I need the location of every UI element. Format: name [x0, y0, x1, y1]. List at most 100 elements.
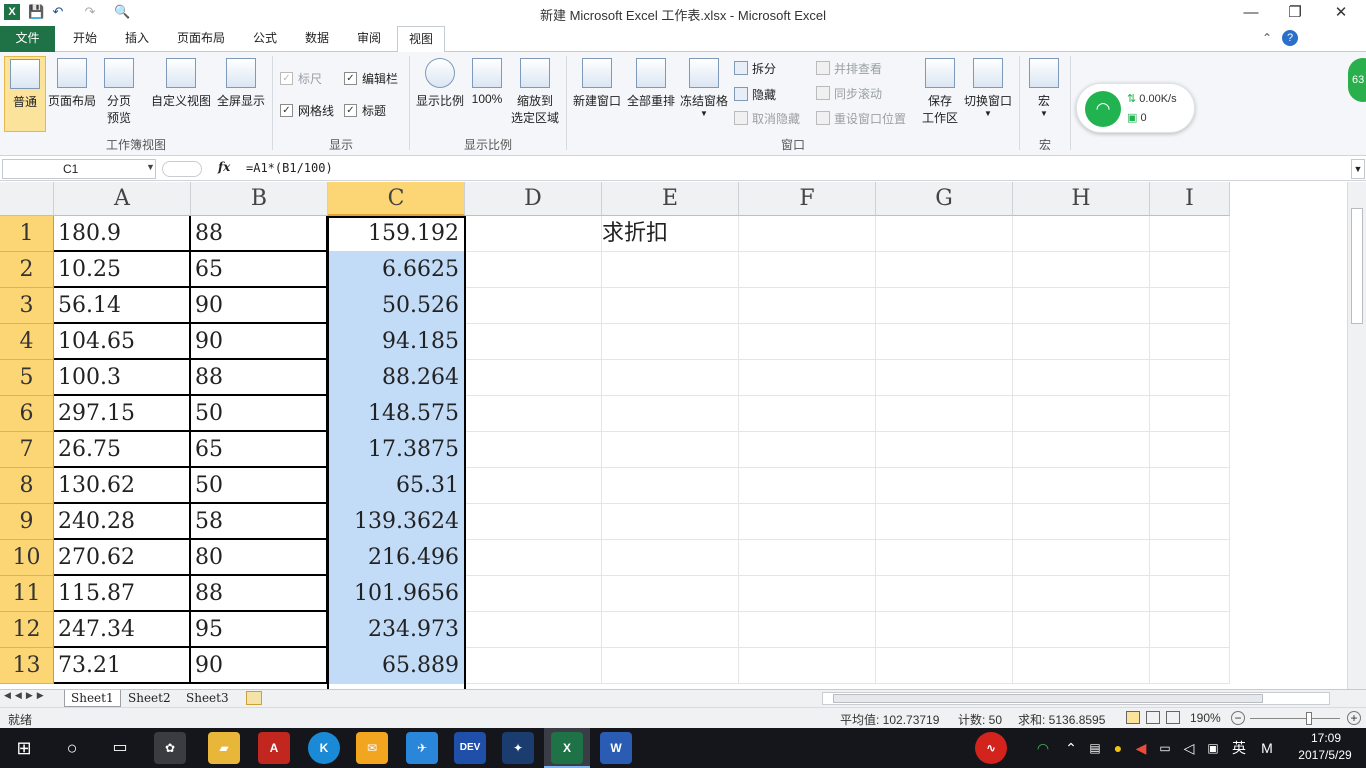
cell-b3[interactable]: 90 — [191, 288, 328, 324]
cell-d5[interactable] — [465, 360, 602, 396]
cell-g11[interactable] — [876, 576, 1013, 612]
cell-f8[interactable] — [739, 468, 876, 504]
unhide-button[interactable]: 取消隐藏 — [734, 108, 800, 128]
tab-insert[interactable]: 插入 — [114, 26, 160, 52]
cell-h2[interactable] — [1013, 252, 1150, 288]
cell-b5[interactable]: 88 — [191, 360, 328, 396]
cell-i11[interactable] — [1150, 576, 1230, 612]
page-layout-status-icon[interactable] — [1146, 711, 1160, 724]
cell-f9[interactable] — [739, 504, 876, 540]
cell-a8[interactable]: 130.62 — [54, 468, 191, 504]
cell-f6[interactable] — [739, 396, 876, 432]
cell-e11[interactable] — [602, 576, 739, 612]
macros-button[interactable]: 宏 ▼ — [1024, 56, 1064, 132]
column-header-e[interactable]: E — [602, 182, 739, 216]
vertical-scroll-thumb[interactable] — [1351, 208, 1363, 324]
cell-c12[interactable]: 234.973 — [328, 612, 465, 648]
restore-button[interactable]: ❐ — [1272, 0, 1318, 26]
cell-e1[interactable]: 求折扣 — [602, 216, 739, 252]
cell-h13[interactable] — [1013, 648, 1150, 684]
cell-g12[interactable] — [876, 612, 1013, 648]
row-header[interactable]: 2 — [0, 252, 54, 288]
tray-expand-icon[interactable]: ⌃ — [1062, 728, 1080, 768]
zoom-out-icon[interactable]: − — [1231, 711, 1245, 725]
ime-language[interactable]: 英 — [1228, 728, 1250, 768]
normal-view-status-icon[interactable] — [1126, 711, 1140, 724]
cell-c3[interactable]: 50.526 — [328, 288, 465, 324]
cell-i10[interactable] — [1150, 540, 1230, 576]
cell-b4[interactable]: 90 — [191, 324, 328, 360]
ime-tray-icon[interactable]: ● — [1108, 728, 1128, 768]
cell-c6[interactable]: 148.575 — [328, 396, 465, 432]
cell-c9[interactable]: 139.3624 — [328, 504, 465, 540]
normal-view-button[interactable]: 普通 — [4, 56, 46, 132]
row-header[interactable]: 3 — [0, 288, 54, 324]
tab-file[interactable]: 文件 — [0, 26, 55, 52]
cell-g4[interactable] — [876, 324, 1013, 360]
battery-icon[interactable]: ▭ — [1156, 728, 1174, 768]
taskbar-excel-active[interactable]: X — [544, 728, 590, 768]
k-app-icon[interactable]: K — [308, 732, 340, 764]
badge-63[interactable]: 63 — [1348, 58, 1366, 102]
tab-home[interactable]: 开始 — [62, 26, 108, 52]
cell-f12[interactable] — [739, 612, 876, 648]
cell-b13[interactable]: 90 — [191, 648, 328, 684]
tab-formulas[interactable]: 公式 — [242, 26, 288, 52]
cell-g5[interactable] — [876, 360, 1013, 396]
reset-window-position-button[interactable]: 重设窗口位置 — [816, 108, 906, 128]
cell-f2[interactable] — [739, 252, 876, 288]
cell-e3[interactable] — [602, 288, 739, 324]
cell-h5[interactable] — [1013, 360, 1150, 396]
cell-d12[interactable] — [465, 612, 602, 648]
cell-a3[interactable]: 56.14 — [54, 288, 191, 324]
sheet-nav-arrows-icon[interactable]: ◀◀▶▶ — [4, 690, 48, 701]
cell-c13[interactable]: 65.889 — [328, 648, 465, 684]
cell-d7[interactable] — [465, 432, 602, 468]
sheet-tab-3[interactable]: Sheet3 — [180, 690, 235, 707]
cell-e6[interactable] — [602, 396, 739, 432]
cell-i6[interactable] — [1150, 396, 1230, 432]
cell-c11[interactable]: 101.9656 — [328, 576, 465, 612]
cell-h6[interactable] — [1013, 396, 1150, 432]
column-header-d[interactable]: D — [465, 182, 602, 216]
help-icon[interactable]: ? — [1282, 30, 1298, 46]
zoom-to-selection-button[interactable]: 缩放到 选定区域 — [508, 56, 562, 132]
row-header[interactable]: 8 — [0, 468, 54, 504]
row-header[interactable]: 12 — [0, 612, 54, 648]
cell-b12[interactable]: 95 — [191, 612, 328, 648]
headings-checkbox[interactable]: ✓ 标题 — [344, 100, 386, 120]
cell-a2[interactable]: 10.25 — [54, 252, 191, 288]
cell-b10[interactable]: 80 — [191, 540, 328, 576]
cell-b11[interactable]: 88 — [191, 576, 328, 612]
zoom-level[interactable]: 190% — [1190, 711, 1221, 725]
cell-h12[interactable] — [1013, 612, 1150, 648]
save-workspace-button[interactable]: 保存 工作区 — [918, 56, 962, 132]
cell-b6[interactable]: 50 — [191, 396, 328, 432]
cell-i13[interactable] — [1150, 648, 1230, 684]
network-speed-widget[interactable]: ◠ ⇅ 0.00K/s ▣ 0 — [1076, 83, 1195, 133]
vertical-scrollbar[interactable] — [1347, 182, 1366, 689]
cell-b8[interactable]: 50 — [191, 468, 328, 504]
row-header[interactable]: 4 — [0, 324, 54, 360]
cell-f1[interactable] — [739, 216, 876, 252]
split-button[interactable]: 拆分 — [734, 58, 776, 78]
cell-i9[interactable] — [1150, 504, 1230, 540]
formula-bar-splitter[interactable] — [162, 161, 202, 177]
cell-h7[interactable] — [1013, 432, 1150, 468]
file-explorer-icon[interactable]: ▰ — [208, 732, 240, 764]
cell-e7[interactable] — [602, 432, 739, 468]
cell-g2[interactable] — [876, 252, 1013, 288]
name-box-dropdown-icon[interactable]: ▼ — [146, 162, 155, 172]
full-screen-button[interactable]: 全屏显示 — [215, 56, 267, 132]
cell-i7[interactable] — [1150, 432, 1230, 468]
volume-muted-icon[interactable]: ◀ — [1132, 728, 1150, 768]
sheet-tab-2[interactable]: Sheet2 — [122, 690, 177, 707]
cell-i2[interactable] — [1150, 252, 1230, 288]
cell-d2[interactable] — [465, 252, 602, 288]
cell-d4[interactable] — [465, 324, 602, 360]
cell-c5[interactable]: 88.264 — [328, 360, 465, 396]
expand-formula-icon[interactable]: ▼ — [1351, 159, 1365, 179]
cell-c1[interactable]: 159.192 — [328, 216, 465, 252]
select-all-corner[interactable] — [0, 182, 54, 216]
cell-a13[interactable]: 73.21 — [54, 648, 191, 684]
